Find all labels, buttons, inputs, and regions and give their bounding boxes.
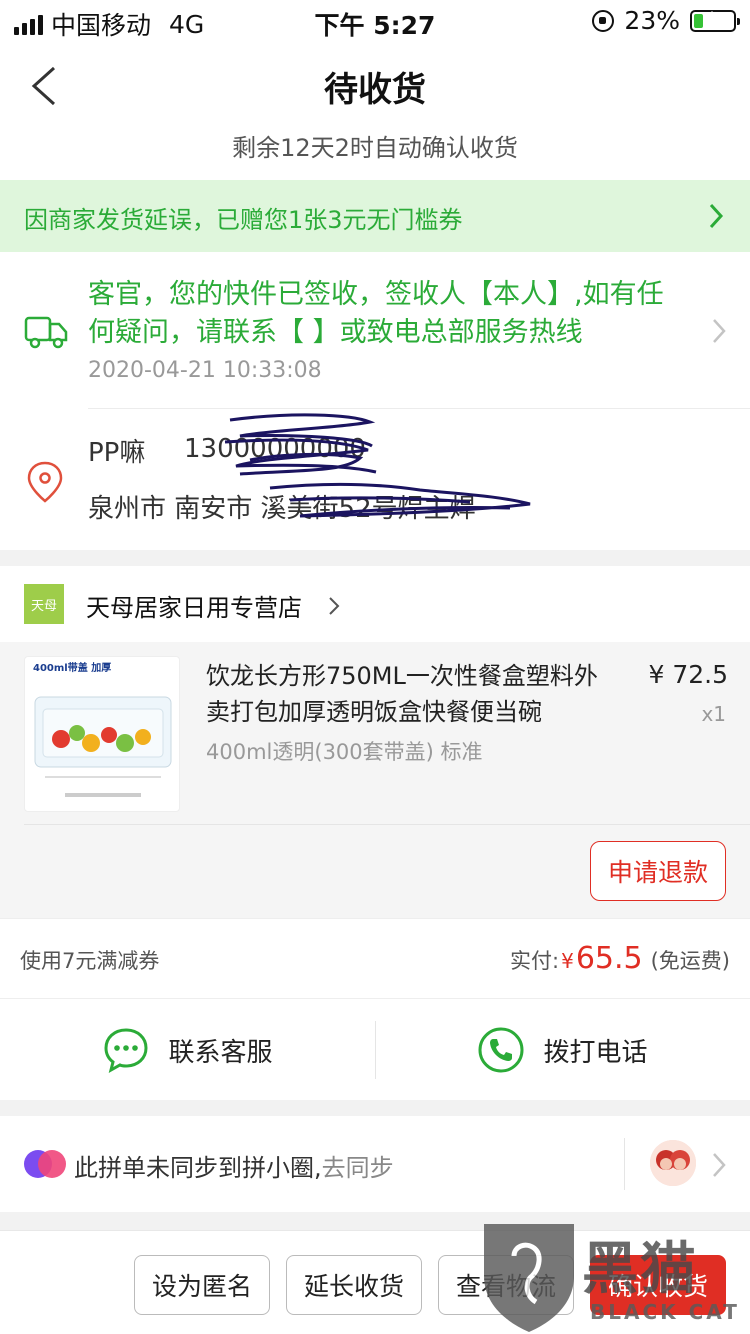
product-quantity: x1 xyxy=(701,702,726,726)
call-phone-button[interactable]: 拨打电话 xyxy=(375,999,750,1101)
shop-logo: 天母 xyxy=(24,584,64,624)
avatar[interactable] xyxy=(650,1140,696,1186)
status-bar: 中国移动 4G 下午 5:27 23% ϟ xyxy=(0,0,750,42)
coupon-banner-text: 因商家发货延误，已赠您1张3元无门槛券 xyxy=(24,206,463,234)
watermark-cn: 黑猫 xyxy=(582,1237,698,1302)
lock-icon xyxy=(592,9,615,32)
coupon-used: 使用7元满减券 xyxy=(20,949,160,973)
contact-service-label: 联系客服 xyxy=(168,1037,273,1068)
product-thumbnail[interactable]: 400ml带盖 加厚 xyxy=(24,656,180,812)
redaction-scribble xyxy=(224,413,531,518)
cat-shield-logo xyxy=(484,1224,574,1332)
chevron-right-icon xyxy=(713,1153,726,1177)
pin-sync-row[interactable]: 此拼单未同步到拼小圈,去同步 xyxy=(0,1116,750,1212)
order-card: 天母 天母居家日用专营店 400ml带盖 加厚 饮龙长方形750ML一次性餐盒塑… xyxy=(0,566,750,918)
extend-receipt-button[interactable]: 延长收货 xyxy=(286,1255,422,1315)
shop-name[interactable]: 天母居家日用专营店 xyxy=(86,588,302,623)
nav-bar: 待收货 剩余12天2时自动确认收货 xyxy=(0,42,750,180)
pin-sync-text: 此拼单未同步到拼小圈,去同步 xyxy=(74,1148,394,1183)
phone-icon xyxy=(478,1027,524,1073)
order-item[interactable]: 400ml带盖 加厚 饮龙长方形750ML一次性餐盒塑料外卖打包加厚透明饭盒快餐… xyxy=(0,642,750,918)
shop-header[interactable]: 天母 天母居家日用专营店 xyxy=(0,566,750,642)
pin-circle-icon xyxy=(24,1150,70,1178)
pin-sync-link[interactable]: 去同步 xyxy=(322,1154,394,1182)
page-title: 待收货 xyxy=(324,70,426,110)
refund-button[interactable]: 申请退款 xyxy=(590,841,726,901)
chevron-right-icon xyxy=(709,203,724,229)
contact-actions: 联系客服 拨打电话 xyxy=(0,998,750,1100)
delivery-card: 客官，您的快件已签收，签收人【本人】,如有任何疑问，请联系【 】或致电总部服务热… xyxy=(0,252,750,550)
anonymous-button[interactable]: 设为匿名 xyxy=(134,1255,270,1315)
chevron-right-icon xyxy=(329,597,340,615)
pin-sync-message: 此拼单未同步到拼小圈, xyxy=(74,1154,322,1182)
paid-total: 实付: ¥ 65.5 (免运费) xyxy=(510,941,730,976)
paid-label: 实付: xyxy=(510,949,560,973)
chat-icon xyxy=(104,1028,148,1073)
contact-service-button[interactable]: 联系客服 xyxy=(0,999,375,1101)
product-title[interactable]: 饮龙长方形750ML一次性餐盒塑料外卖打包加厚透明饭盒快餐便当碗 xyxy=(206,658,606,730)
currency-symbol: ¥ xyxy=(561,949,574,973)
call-phone-label: 拨打电话 xyxy=(543,1037,648,1068)
paid-amount: 65.5 xyxy=(575,941,643,976)
product-spec: 400ml透明(300套带盖) 标准 xyxy=(206,740,483,764)
auto-confirm-countdown: 剩余12天2时自动确认收货 xyxy=(232,134,518,162)
battery-percent: 23% xyxy=(624,6,680,35)
divider xyxy=(24,824,750,825)
coupon-banner[interactable]: 因商家发货延误，已赠您1张3元无门槛券 xyxy=(0,180,750,252)
divider xyxy=(624,1138,625,1190)
payment-summary: 使用7元满减券 实付: ¥ 65.5 (免运费) xyxy=(0,918,750,998)
shipping-note: (免运费) xyxy=(650,949,730,973)
watermark-en: BLACK CAT xyxy=(590,1300,740,1324)
product-price: ¥ 72.5 xyxy=(648,660,728,689)
watermark: 黑猫 BLACK CAT xyxy=(474,1216,750,1334)
thumb-label: 400ml带盖 加厚 xyxy=(33,661,111,674)
battery-icon: ϟ xyxy=(690,9,740,32)
